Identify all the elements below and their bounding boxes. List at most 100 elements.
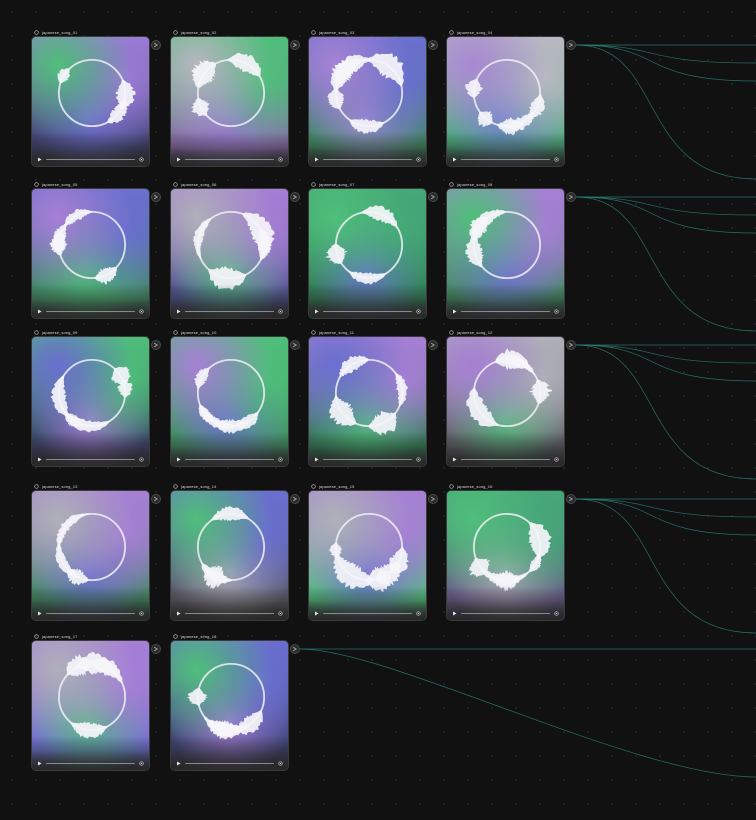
output-port[interactable] [151, 192, 161, 202]
audio-preview-card[interactable] [170, 640, 289, 771]
seek-bar[interactable] [46, 458, 135, 460]
audio-preview-card[interactable] [170, 490, 289, 621]
volume-icon[interactable] [139, 308, 144, 314]
output-port[interactable] [428, 340, 438, 350]
output-port[interactable] [151, 40, 161, 50]
seek-bar[interactable] [323, 310, 412, 312]
audio-preview-card[interactable] [31, 188, 150, 319]
audio-preview-card[interactable] [170, 188, 289, 319]
play-icon[interactable] [176, 457, 181, 462]
audio-node[interactable]: japanese_song_12 [446, 330, 576, 467]
play-icon[interactable] [314, 457, 319, 462]
volume-icon[interactable] [278, 610, 283, 616]
play-icon[interactable] [37, 761, 42, 766]
play-icon[interactable] [176, 611, 181, 616]
output-port[interactable] [566, 494, 576, 504]
play-icon[interactable] [452, 157, 457, 162]
audio-node[interactable]: japanese_song_13 [31, 484, 161, 621]
play-icon[interactable] [37, 157, 42, 162]
audio-preview-card[interactable] [170, 36, 289, 167]
audio-node[interactable]: japanese_song_11 [308, 330, 438, 467]
volume-icon[interactable] [554, 610, 559, 616]
output-port[interactable] [290, 644, 300, 654]
output-port[interactable] [428, 40, 438, 50]
seek-bar[interactable] [323, 158, 412, 160]
audio-preview-card[interactable] [446, 36, 565, 167]
output-port[interactable] [290, 40, 300, 50]
audio-node[interactable]: japanese_song_18 [170, 634, 300, 771]
output-port[interactable] [566, 40, 576, 50]
seek-bar[interactable] [461, 612, 550, 614]
volume-icon[interactable] [416, 610, 421, 616]
play-icon[interactable] [37, 611, 42, 616]
audio-node[interactable]: japanese_song_14 [170, 484, 300, 621]
volume-icon[interactable] [416, 156, 421, 162]
audio-node[interactable]: japanese_song_02 [170, 30, 300, 167]
audio-preview-card[interactable] [31, 336, 150, 467]
audio-preview-card[interactable] [308, 336, 427, 467]
seek-bar[interactable] [185, 158, 274, 160]
play-icon[interactable] [176, 761, 181, 766]
output-port[interactable] [566, 340, 576, 350]
seek-bar[interactable] [185, 310, 274, 312]
audio-node[interactable]: japanese_song_08 [446, 182, 576, 319]
volume-icon[interactable] [416, 456, 421, 462]
output-port[interactable] [151, 644, 161, 654]
audio-node[interactable]: japanese_song_04 [446, 30, 576, 167]
seek-bar[interactable] [461, 310, 550, 312]
seek-bar[interactable] [185, 458, 274, 460]
output-port[interactable] [566, 192, 576, 202]
audio-node[interactable]: japanese_song_07 [308, 182, 438, 319]
audio-preview-card[interactable] [308, 36, 427, 167]
output-port[interactable] [290, 494, 300, 504]
seek-bar[interactable] [46, 612, 135, 614]
seek-bar[interactable] [461, 458, 550, 460]
volume-icon[interactable] [139, 610, 144, 616]
seek-bar[interactable] [323, 458, 412, 460]
output-port[interactable] [151, 340, 161, 350]
audio-node[interactable]: japanese_song_01 [31, 30, 161, 167]
seek-bar[interactable] [323, 612, 412, 614]
audio-preview-card[interactable] [446, 188, 565, 319]
audio-preview-card[interactable] [170, 336, 289, 467]
audio-preview-card[interactable] [31, 36, 150, 167]
play-icon[interactable] [314, 309, 319, 314]
play-icon[interactable] [314, 611, 319, 616]
audio-node[interactable]: japanese_song_15 [308, 484, 438, 621]
volume-icon[interactable] [554, 456, 559, 462]
output-port[interactable] [151, 494, 161, 504]
volume-icon[interactable] [554, 308, 559, 314]
volume-icon[interactable] [278, 308, 283, 314]
audio-node[interactable]: japanese_song_17 [31, 634, 161, 771]
volume-icon[interactable] [278, 456, 283, 462]
output-port[interactable] [290, 340, 300, 350]
output-port[interactable] [428, 192, 438, 202]
play-icon[interactable] [176, 309, 181, 314]
audio-preview-card[interactable] [31, 640, 150, 771]
seek-bar[interactable] [185, 762, 274, 764]
audio-preview-card[interactable] [31, 490, 150, 621]
output-port[interactable] [428, 494, 438, 504]
audio-preview-card[interactable] [446, 490, 565, 621]
volume-icon[interactable] [278, 760, 283, 766]
seek-bar[interactable] [46, 158, 135, 160]
play-icon[interactable] [452, 309, 457, 314]
play-icon[interactable] [37, 457, 42, 462]
audio-preview-card[interactable] [308, 188, 427, 319]
volume-icon[interactable] [278, 156, 283, 162]
volume-icon[interactable] [554, 156, 559, 162]
play-icon[interactable] [314, 157, 319, 162]
audio-node[interactable]: japanese_song_09 [31, 330, 161, 467]
audio-preview-card[interactable] [446, 336, 565, 467]
audio-node[interactable]: japanese_song_10 [170, 330, 300, 467]
audio-node[interactable]: japanese_song_05 [31, 182, 161, 319]
audio-preview-card[interactable] [308, 490, 427, 621]
play-icon[interactable] [452, 611, 457, 616]
seek-bar[interactable] [185, 612, 274, 614]
audio-node[interactable]: japanese_song_03 [308, 30, 438, 167]
play-icon[interactable] [452, 457, 457, 462]
audio-node[interactable]: japanese_song_16 [446, 484, 576, 621]
audio-node[interactable]: japanese_song_06 [170, 182, 300, 319]
volume-icon[interactable] [139, 760, 144, 766]
volume-icon[interactable] [416, 308, 421, 314]
